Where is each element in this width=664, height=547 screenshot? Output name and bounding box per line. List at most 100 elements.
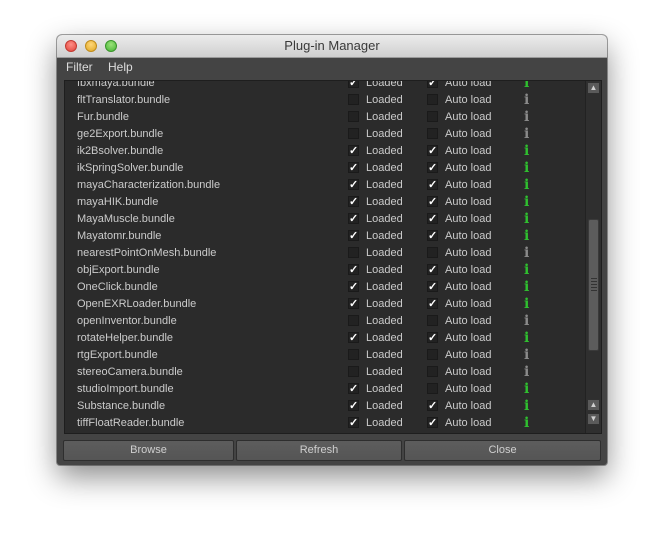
auto-load-checkbox[interactable]: ✓ xyxy=(427,196,438,208)
loaded-checkbox[interactable]: ✓ xyxy=(348,298,359,310)
loaded-label: Loaded xyxy=(366,332,403,344)
info-icon[interactable]: i xyxy=(524,109,529,125)
plugin-row: MayaMuscle.bundle ✓ Loaded ✓ Auto load i xyxy=(65,211,583,228)
info-icon[interactable]: i xyxy=(524,143,529,159)
loaded-checkbox[interactable] xyxy=(348,94,359,105)
auto-load-checkbox[interactable]: ✓ xyxy=(427,230,438,242)
auto-load-checkbox[interactable] xyxy=(427,366,438,377)
info-icon[interactable]: i xyxy=(524,228,529,244)
plugin-row: ikSpringSolver.bundle ✓ Loaded ✓ Auto load i xyxy=(65,160,583,177)
info-icon[interactable]: i xyxy=(524,347,529,363)
info-icon[interactable]: i xyxy=(524,262,529,278)
auto-load-checkbox[interactable]: ✓ xyxy=(427,213,438,225)
menu-bar: Filter Help xyxy=(57,58,607,77)
info-icon[interactable]: i xyxy=(524,81,529,91)
loaded-checkbox[interactable]: ✓ xyxy=(348,332,359,344)
loaded-checkbox[interactable] xyxy=(348,366,359,377)
loaded-checkbox[interactable]: ✓ xyxy=(348,81,359,89)
loaded-label: Loaded xyxy=(366,281,403,293)
plugin-name: fltTranslator.bundle xyxy=(77,94,171,106)
loaded-checkbox[interactable]: ✓ xyxy=(348,213,359,225)
auto-load-checkbox[interactable]: ✓ xyxy=(427,145,438,157)
auto-load-label: Auto load xyxy=(445,247,492,259)
loaded-checkbox[interactable] xyxy=(348,315,359,326)
auto-load-checkbox[interactable] xyxy=(427,315,438,326)
loaded-label: Loaded xyxy=(366,145,403,157)
loaded-label: Loaded xyxy=(366,196,403,208)
info-icon[interactable]: i xyxy=(524,245,529,261)
auto-load-checkbox[interactable]: ✓ xyxy=(427,162,438,174)
plugin-row: mayaHIK.bundle ✓ Loaded ✓ Auto load i xyxy=(65,194,583,211)
auto-load-checkbox[interactable]: ✓ xyxy=(427,298,438,310)
vertical-scrollbar[interactable]: ▲ ▲ ▼ xyxy=(585,81,601,433)
info-icon[interactable]: i xyxy=(524,296,529,312)
loaded-checkbox[interactable]: ✓ xyxy=(348,383,359,395)
loaded-label: Loaded xyxy=(366,80,403,89)
plugin-row: ge2Export.bundle Loaded Auto load i xyxy=(65,126,583,143)
info-icon[interactable]: i xyxy=(524,177,529,193)
loaded-checkbox[interactable] xyxy=(348,111,359,122)
auto-load-checkbox[interactable]: ✓ xyxy=(427,179,438,191)
auto-load-label: Auto load xyxy=(445,213,492,225)
window-title: Plug-in Manager xyxy=(284,38,380,53)
loaded-checkbox[interactable] xyxy=(348,247,359,258)
info-icon[interactable]: i xyxy=(524,160,529,176)
auto-load-label: Auto load xyxy=(445,298,492,310)
browse-button[interactable]: Browse xyxy=(63,440,234,461)
plugin-row: openInventor.bundle Loaded Auto load i xyxy=(65,313,583,330)
menu-filter[interactable]: Filter xyxy=(66,60,93,74)
scroll-up-button-lower[interactable]: ▲ xyxy=(587,399,600,411)
loaded-checkbox[interactable]: ✓ xyxy=(348,162,359,174)
info-icon[interactable]: i xyxy=(524,330,529,346)
loaded-checkbox[interactable]: ✓ xyxy=(348,400,359,412)
info-icon[interactable]: i xyxy=(524,279,529,295)
loaded-label: Loaded xyxy=(366,230,403,242)
loaded-checkbox[interactable] xyxy=(348,128,359,139)
loaded-checkbox[interactable]: ✓ xyxy=(348,281,359,293)
auto-load-checkbox[interactable] xyxy=(427,94,438,105)
info-icon[interactable]: i xyxy=(524,415,529,431)
loaded-checkbox[interactable]: ✓ xyxy=(348,230,359,242)
auto-load-checkbox[interactable]: ✓ xyxy=(427,400,438,412)
auto-load-label: Auto load xyxy=(445,417,492,429)
auto-load-checkbox[interactable] xyxy=(427,128,438,139)
auto-load-checkbox[interactable]: ✓ xyxy=(427,281,438,293)
scrollbar-thumb[interactable] xyxy=(588,219,599,351)
plugin-row: OpenEXRLoader.bundle ✓ Loaded ✓ Auto load i xyxy=(65,296,583,313)
info-icon[interactable]: i xyxy=(524,364,529,380)
auto-load-checkbox[interactable]: ✓ xyxy=(427,332,438,344)
close-button[interactable]: Close xyxy=(404,440,601,461)
auto-load-checkbox[interactable] xyxy=(427,383,438,394)
loaded-checkbox[interactable]: ✓ xyxy=(348,179,359,191)
auto-load-checkbox[interactable]: ✓ xyxy=(427,417,438,429)
auto-load-checkbox[interactable] xyxy=(427,111,438,122)
plugin-name: studioImport.bundle xyxy=(77,383,174,395)
menu-help[interactable]: Help xyxy=(108,60,133,74)
loaded-checkbox[interactable]: ✓ xyxy=(348,196,359,208)
refresh-button[interactable]: Refresh xyxy=(236,440,402,461)
loaded-checkbox[interactable]: ✓ xyxy=(348,145,359,157)
plugin-name: Substance.bundle xyxy=(77,400,166,412)
info-icon[interactable]: i xyxy=(524,126,529,142)
title-bar[interactable]: Plug-in Manager xyxy=(57,35,607,58)
info-icon[interactable]: i xyxy=(524,194,529,210)
auto-load-checkbox[interactable] xyxy=(427,247,438,258)
scroll-up-button[interactable]: ▲ xyxy=(587,82,600,94)
loaded-checkbox[interactable]: ✓ xyxy=(348,417,359,429)
plugin-row: objExport.bundle ✓ Loaded ✓ Auto load i xyxy=(65,262,583,279)
auto-load-checkbox[interactable]: ✓ xyxy=(427,264,438,276)
scroll-down-button[interactable]: ▼ xyxy=(587,413,600,425)
auto-load-label: Auto load xyxy=(445,179,492,191)
plugin-name: Fur.bundle xyxy=(77,111,129,123)
info-icon[interactable]: i xyxy=(524,398,529,414)
info-icon[interactable]: i xyxy=(524,381,529,397)
loaded-checkbox[interactable]: ✓ xyxy=(348,264,359,276)
info-icon[interactable]: i xyxy=(524,313,529,329)
loaded-checkbox[interactable] xyxy=(348,349,359,360)
info-icon[interactable]: i xyxy=(524,92,529,108)
plugin-name: openInventor.bundle xyxy=(77,315,177,327)
auto-load-checkbox[interactable]: ✓ xyxy=(427,81,438,89)
auto-load-checkbox[interactable] xyxy=(427,349,438,360)
info-icon[interactable]: i xyxy=(524,211,529,227)
plugin-list[interactable]: fbxmaya.bundle ✓ Loaded ✓ Auto load i fltTrans… xyxy=(64,80,602,434)
